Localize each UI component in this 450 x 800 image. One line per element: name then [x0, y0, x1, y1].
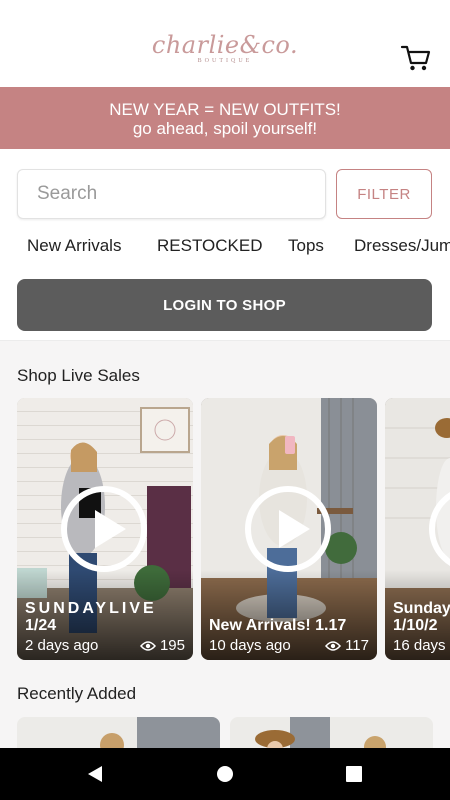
search-box	[17, 169, 326, 219]
live-sale-card[interactable]: New Arrivals! 1.17 10 days ago 117	[201, 398, 377, 660]
category-tab-tops[interactable]: Tops	[288, 236, 324, 256]
main-content: Shop Live Sales SUNDAYLIVE 1/24 2 days a…	[0, 340, 450, 748]
product-thumbnail[interactable]	[230, 717, 433, 748]
back-icon[interactable]	[83, 762, 107, 786]
section-title-recently-added: Recently Added	[17, 684, 137, 703]
view-count: 117	[345, 637, 369, 654]
category-tab-dresses[interactable]: Dresses/Jum	[354, 236, 450, 256]
card-meta: 16 days	[393, 637, 446, 654]
category-tabs: New Arrivals RESTOCKED Tops Dresses/Jum	[0, 236, 450, 264]
card-title: Sunday 1/10/2	[393, 600, 450, 634]
card-title: SUNDAYLIVE 1/24	[25, 600, 157, 634]
card-meta: 10 days ago 117	[209, 637, 369, 654]
live-sale-card[interactable]: Sunday 1/10/2 16 days	[385, 398, 450, 660]
eye-icon	[325, 640, 342, 651]
login-to-shop-button[interactable]: LOGIN TO SHOP	[17, 279, 432, 331]
banner-subline: go ahead, spoil yourself!	[132, 119, 318, 138]
eye-icon	[139, 640, 156, 651]
view-count: 195	[159, 637, 185, 654]
filter-button[interactable]: FILTER	[336, 169, 432, 219]
card-title: New Arrivals! 1.17	[209, 617, 347, 634]
category-tab-new-arrivals[interactable]: New Arrivals	[27, 236, 121, 256]
home-icon[interactable]	[213, 762, 237, 786]
banner-headline: NEW YEAR = NEW OUTFITS!	[109, 100, 341, 119]
play-icon[interactable]	[245, 486, 331, 572]
card-age: 16 days	[393, 637, 446, 654]
card-age: 10 days ago	[209, 637, 291, 654]
app-header: charlie&co. BOUTIQUE	[0, 0, 450, 87]
recents-icon[interactable]	[342, 762, 366, 786]
play-icon[interactable]	[61, 486, 147, 572]
category-tab-restocked[interactable]: RESTOCKED	[157, 236, 263, 256]
card-meta: 2 days ago 195	[25, 637, 185, 654]
shopping-cart-icon[interactable]	[400, 42, 432, 74]
promo-banner: NEW YEAR = NEW OUTFITS! go ahead, spoil …	[0, 87, 450, 149]
product-thumbnail[interactable]	[17, 717, 220, 748]
card-age: 2 days ago	[25, 637, 99, 654]
logo-wordmark: charlie&co.	[151, 31, 299, 59]
section-title-live-sales: Shop Live Sales	[17, 366, 140, 385]
search-input[interactable]	[18, 170, 325, 218]
brand-logo[interactable]: charlie&co. BOUTIQUE	[150, 30, 300, 78]
live-sale-card[interactable]: SUNDAYLIVE 1/24 2 days ago 195	[17, 398, 193, 660]
system-navigation-bar	[0, 748, 450, 800]
